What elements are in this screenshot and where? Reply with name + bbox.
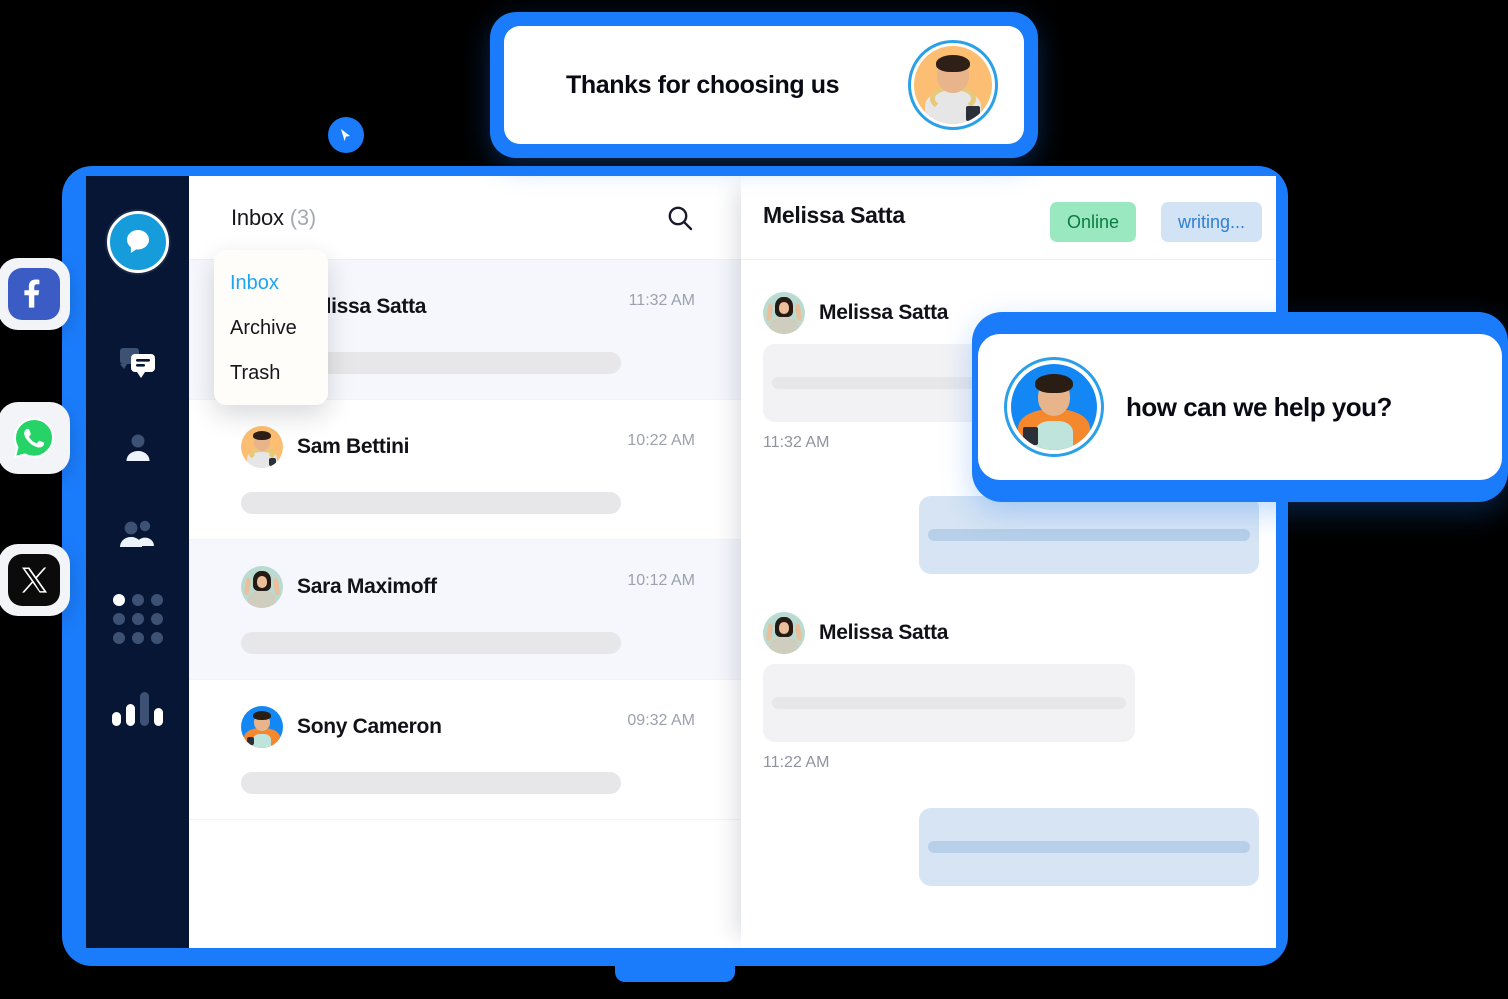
sidebar-logo[interactable]	[106, 211, 169, 273]
chat-message-sender: Melissa Satta	[819, 301, 949, 324]
chat-message-outgoing	[763, 808, 1259, 886]
message-timestamp: 11:22 AM	[763, 754, 830, 771]
social-badge-whatsapp[interactable]	[0, 402, 70, 474]
chat-header: Melissa Satta Online writing...	[741, 176, 1276, 260]
chat-message-outgoing	[763, 496, 1259, 574]
avatar	[241, 706, 283, 748]
status-badge: Online	[1049, 202, 1136, 242]
message-bubble	[919, 808, 1259, 886]
cursor-arrow-icon	[341, 129, 350, 141]
typing-badge: writing...	[1160, 202, 1262, 242]
avatar	[763, 612, 805, 654]
sidebar-item-apps[interactable]	[112, 594, 163, 644]
list-item-time: 10:12 AM	[627, 572, 695, 589]
app-sidebar	[86, 176, 189, 948]
table-row[interactable]: Sara Maximoff 10:12 AM	[189, 540, 741, 680]
avatar	[908, 40, 998, 130]
x-twitter-icon	[8, 554, 60, 606]
chat-panel: Melissa Satta Online writing... Melissa …	[741, 176, 1276, 948]
avatar	[241, 566, 283, 608]
chat-message-sender: Melissa Satta	[819, 621, 949, 644]
sidebar-item-analytics[interactable]	[112, 685, 163, 733]
thanks-card-inner: Thanks for choosing us	[504, 26, 1024, 144]
message-bubble	[763, 664, 1135, 742]
smiling-man-avatar	[1011, 364, 1097, 450]
list-item-name: Sony Cameron	[297, 715, 442, 738]
help-prompt-card: how can we help you?	[972, 312, 1508, 502]
message-preview-placeholder	[241, 632, 621, 654]
screenshot-stage: Inbox (3) Melissa Satta 11:32 AM Sam Bet…	[0, 0, 1508, 999]
dropdown-item-archive[interactable]: Archive	[230, 317, 328, 340]
social-badge-facebook[interactable]	[0, 258, 70, 330]
dropdown-item-trash[interactable]: Trash	[230, 362, 328, 385]
grid-dots-icon	[112, 594, 163, 644]
users-group-icon	[119, 520, 154, 547]
sidebar-item-teams[interactable]	[114, 511, 162, 559]
message-preview-placeholder	[241, 772, 621, 794]
window-base-notch	[615, 964, 735, 982]
user-icon	[126, 434, 149, 461]
social-badge-x-twitter[interactable]	[0, 544, 70, 616]
inbox-header: Inbox (3)	[189, 176, 741, 260]
sidebar-item-contacts[interactable]	[114, 425, 162, 473]
inbox-title-label: Inbox	[231, 204, 284, 230]
bar-chart-icon	[112, 692, 163, 726]
dropdown-item-inbox[interactable]: Inbox	[230, 272, 328, 295]
search-icon	[668, 206, 693, 230]
cursor-dot-decoration	[328, 117, 364, 153]
whatsapp-icon	[8, 412, 60, 464]
chat-bubble-logo-icon	[126, 230, 149, 253]
inbox-folder-dropdown: Inbox Archive Trash	[214, 250, 328, 405]
avatar	[763, 292, 805, 334]
avatar	[241, 426, 283, 468]
avatar	[1004, 357, 1104, 457]
search-button[interactable]	[665, 203, 695, 233]
page-title: Inbox (3)	[231, 205, 316, 231]
sidebar-item-messages[interactable]	[114, 339, 162, 387]
table-row[interactable]: Sony Cameron 09:32 AM	[189, 680, 741, 820]
list-item-time: 11:32 AM	[628, 292, 695, 309]
list-item-time: 10:22 AM	[627, 432, 695, 449]
surprised-man-avatar	[914, 46, 992, 124]
inbox-count: (3)	[289, 204, 317, 230]
table-row[interactable]: Sam Bettini 10:22 AM	[189, 400, 741, 540]
facebook-icon	[8, 268, 60, 320]
chat-contact-name: Melissa Satta	[763, 202, 905, 228]
list-item-time: 09:32 AM	[627, 712, 695, 729]
help-card-inner: how can we help you?	[978, 334, 1502, 480]
list-item-name: Sara Maximoff	[297, 575, 437, 598]
chat-bubbles-icon	[119, 348, 155, 378]
message-preview-placeholder	[241, 492, 621, 514]
list-item-name: Sam Bettini	[297, 435, 410, 458]
thanks-message: Thanks for choosing us	[566, 70, 840, 99]
help-message: how can we help you?	[1126, 391, 1392, 422]
thanks-notification-card: Thanks for choosing us	[490, 12, 1038, 158]
chat-message-incoming: Melissa Satta 11:22 AM	[763, 612, 1256, 772]
message-bubble	[919, 496, 1259, 574]
